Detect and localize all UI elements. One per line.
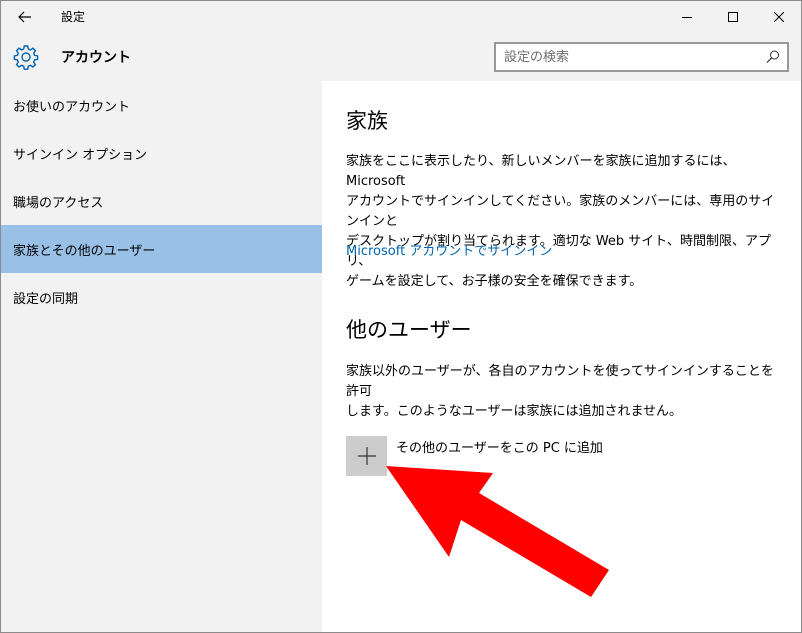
family-heading: 家族 xyxy=(346,109,388,133)
search-icon[interactable] xyxy=(765,49,781,65)
back-arrow-icon xyxy=(18,11,31,22)
minimize-button[interactable] xyxy=(664,1,710,32)
family-description: 家族をここに表示したり、新しいメンバーを家族に追加するには、Microsoft … xyxy=(346,152,782,292)
family-description-line: ゲームを設定して、お子様の安全を確保できます。 xyxy=(346,274,643,289)
search-box[interactable] xyxy=(494,42,789,72)
family-description-line: アカウントでサインインしてください。家族のメンバーには、専用のサインインと xyxy=(346,194,775,229)
gear-icon xyxy=(13,45,39,70)
other-users-heading: 他のユーザー xyxy=(346,318,472,342)
window-title: 設定 xyxy=(61,10,86,24)
page-header: アカウント xyxy=(1,32,801,81)
sidebar-item-family-other-users[interactable]: 家族とその他のユーザー xyxy=(1,225,322,273)
other-users-description-line: 家族以外のユーザーが、各自のアカウントを使ってサインインすることを許可 xyxy=(346,364,774,399)
minimize-icon xyxy=(682,16,692,18)
title-bar: 設定 xyxy=(1,1,801,32)
search-input[interactable] xyxy=(504,48,754,66)
family-description-line: 家族をここに表示したり、新しいメンバーを家族に追加するには、Microsoft xyxy=(346,154,736,189)
sidebar-item-label: お使いのアカウント xyxy=(13,99,131,115)
microsoft-account-signin-link[interactable]: Microsoft アカウントでサインイン xyxy=(346,240,552,259)
add-other-user-button[interactable] xyxy=(346,436,387,476)
maximize-button[interactable] xyxy=(710,1,756,32)
back-button[interactable] xyxy=(1,1,49,32)
other-users-description: 家族以外のユーザーが、各自のアカウントを使ってサインインすることを許可 します。… xyxy=(346,362,782,422)
sidebar-item-sync-settings[interactable]: 設定の同期 xyxy=(1,273,322,321)
section-title: アカウント xyxy=(61,50,131,66)
close-button[interactable] xyxy=(756,1,801,32)
sidebar: お使いのアカウント サインイン オプション 職場のアクセス 家族とその他のユーザ… xyxy=(1,81,322,632)
plus-icon xyxy=(357,447,376,465)
close-icon xyxy=(774,11,784,22)
sidebar-item-label: 家族とその他のユーザー xyxy=(13,243,156,259)
sidebar-item-label: 職場のアクセス xyxy=(13,195,104,211)
add-other-user-label[interactable]: その他のユーザーをこの PC に追加 xyxy=(396,437,603,456)
sidebar-item-label: 設定の同期 xyxy=(13,291,79,307)
sidebar-item-your-account[interactable]: お使いのアカウント xyxy=(1,81,322,129)
main-content: 家族 家族をここに表示したり、新しいメンバーを家族に追加するには、Microso… xyxy=(322,81,801,632)
sidebar-item-work-access[interactable]: 職場のアクセス xyxy=(1,177,322,225)
other-users-description-line: します。このようなユーザーは家族には追加されません。 xyxy=(346,404,683,419)
settings-window: 設定 アカウント 設定の検索 お使いのアカウント サインイン オプション 職場の… xyxy=(0,0,802,633)
sidebar-item-sign-in-options[interactable]: サインイン オプション xyxy=(1,129,322,177)
sidebar-item-label: サインイン オプション xyxy=(13,147,148,163)
maximize-icon xyxy=(728,11,738,22)
